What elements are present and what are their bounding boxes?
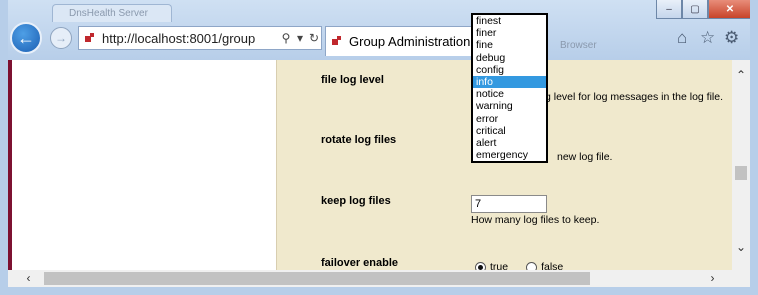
- scroll-up-icon[interactable]: ⌃: [732, 66, 750, 84]
- scroll-left-icon[interactable]: ‹: [20, 270, 37, 287]
- dropdown-option-finest[interactable]: finest: [473, 15, 546, 27]
- failover-true-radio[interactable]: [475, 261, 486, 270]
- keep-log-files-input[interactable]: [471, 195, 547, 213]
- browser-chrome: DnsHealth Server – ▢ ✕ ← → http://localh…: [0, 0, 758, 60]
- failover-enable-label: failover enable: [321, 257, 399, 269]
- dropdown-option-finer[interactable]: finer: [473, 27, 546, 39]
- dropdown-option-alert[interactable]: alert: [473, 137, 546, 149]
- dropdown-option-debug[interactable]: debug: [473, 52, 546, 64]
- tab-group-administration[interactable]: Group Administration: [325, 26, 475, 56]
- rotate-log-files-help: new log file.: [557, 151, 613, 163]
- back-arrow-icon: ←: [17, 27, 35, 48]
- horizontal-scrollbar[interactable]: ‹ ›: [8, 270, 750, 287]
- dropdown-option-error[interactable]: error: [473, 113, 546, 125]
- window-frame-left: [0, 0, 8, 295]
- keep-log-files-label: keep log files: [321, 195, 391, 207]
- page-viewport: file log level g level for log messages …: [8, 60, 750, 270]
- window-frame-right: [750, 0, 758, 295]
- background-tab[interactable]: DnsHealth Server: [52, 4, 172, 22]
- scroll-down-icon[interactable]: ⌄: [732, 238, 750, 256]
- vertical-scrollbar[interactable]: ⌃ ⌄: [732, 60, 750, 270]
- scroll-right-icon[interactable]: ›: [704, 270, 721, 287]
- file-log-level-label: file log level: [321, 74, 384, 86]
- dropdown-option-config[interactable]: config: [473, 64, 546, 76]
- address-bar[interactable]: http://localhost:8001/group ⚲ ▾ ↻: [78, 26, 322, 50]
- window-controls: – ▢ ✕: [656, 0, 752, 20]
- dropdown-option-fine[interactable]: fine: [473, 39, 546, 51]
- vertical-scroll-thumb[interactable]: [735, 166, 747, 180]
- dropdown-option-critical[interactable]: critical: [473, 125, 546, 137]
- minimize-button[interactable]: –: [656, 0, 682, 19]
- search-icon[interactable]: ⚲: [279, 31, 293, 45]
- dropdown-option-info[interactable]: info: [473, 75, 546, 89]
- background-tab-title: DnsHealth Server: [69, 8, 148, 19]
- settings-gear-icon[interactable]: ⚙: [724, 28, 739, 48]
- maximize-button[interactable]: ▢: [682, 0, 708, 19]
- forward-arrow-icon: →: [55, 31, 67, 45]
- background-tab-right-title: Browser: [560, 40, 597, 51]
- dropdown-option-emergency[interactable]: emergency: [473, 149, 546, 161]
- forward-button[interactable]: →: [50, 27, 72, 49]
- dropdown-option-warning[interactable]: warning: [473, 100, 546, 112]
- dropdown-arrow-icon[interactable]: ▾: [293, 31, 307, 45]
- log-level-dropdown-list[interactable]: finest finer fine debug config info notice warn…: [471, 13, 548, 163]
- site-favicon-icon: [85, 32, 96, 44]
- left-pane: [12, 60, 277, 270]
- favorites-star-icon[interactable]: ☆: [700, 28, 715, 48]
- rotate-log-files-label: rotate log files: [321, 134, 397, 146]
- failover-false-radio[interactable]: [526, 261, 538, 270]
- dropdown-option-notice[interactable]: notice: [473, 88, 546, 100]
- failover-enable-radio-group: true false: [475, 261, 563, 270]
- background-tab-right[interactable]: Browser: [548, 36, 660, 56]
- close-button[interactable]: ✕: [708, 0, 752, 19]
- file-log-level-help: g level for log messages in the log file…: [545, 91, 724, 103]
- failover-false-label: false: [541, 261, 564, 270]
- home-icon[interactable]: ⌂: [677, 28, 687, 48]
- failover-true-label: true: [490, 261, 509, 270]
- back-button[interactable]: ←: [10, 22, 42, 54]
- keep-log-files-help: How many log files to keep.: [471, 214, 600, 226]
- window-frame-bottom: [0, 287, 758, 295]
- horizontal-scroll-thumb[interactable]: [44, 272, 590, 285]
- address-url[interactable]: http://localhost:8001/group: [102, 31, 279, 46]
- refresh-icon[interactable]: ↻: [307, 31, 321, 45]
- tab-favicon-icon: [332, 36, 343, 47]
- active-tab-title: Group Administration: [349, 34, 471, 49]
